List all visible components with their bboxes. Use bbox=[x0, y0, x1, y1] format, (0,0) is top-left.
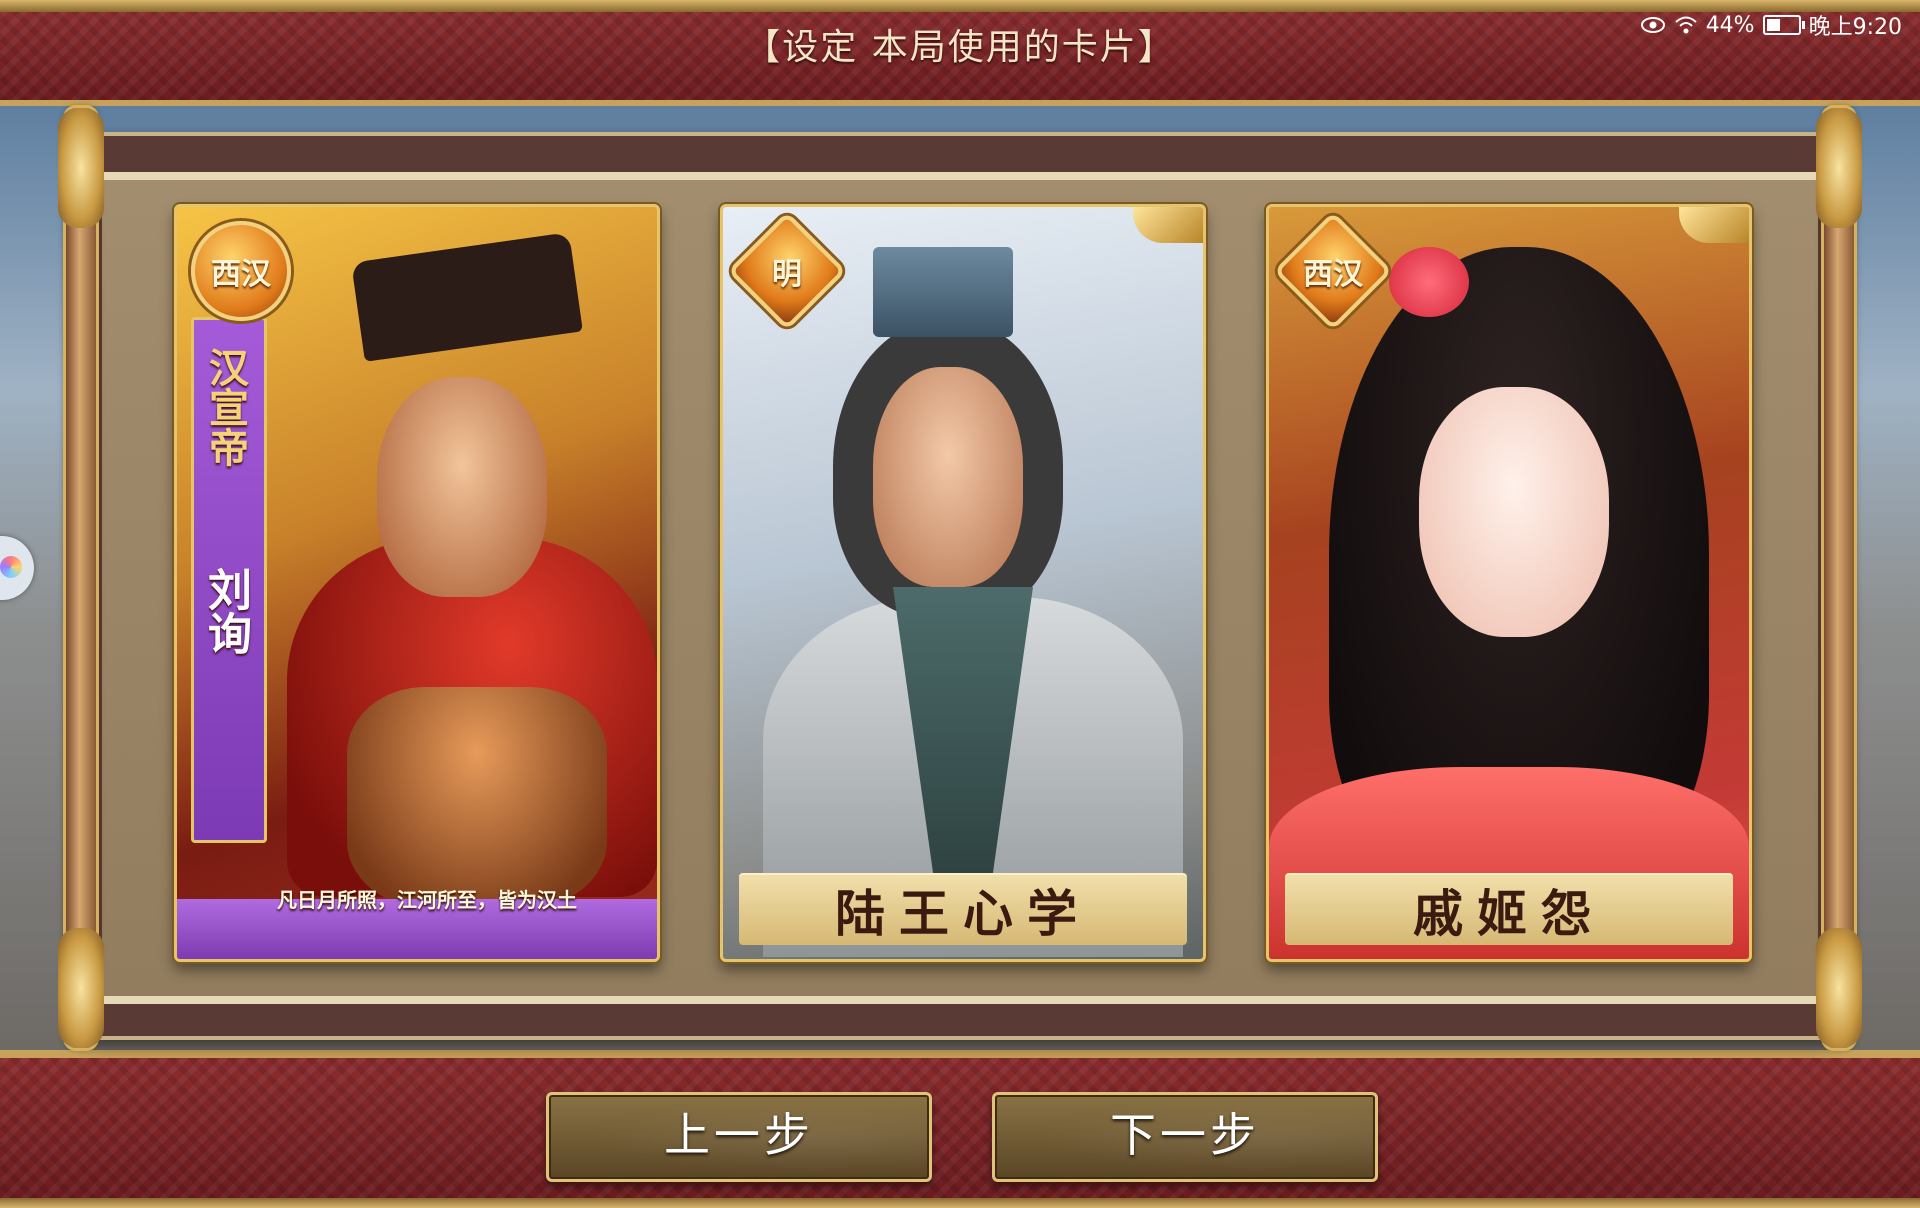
battery-percent: 44% bbox=[1705, 12, 1755, 38]
character-title: 汉宣帝 bbox=[202, 347, 249, 467]
battery-icon bbox=[1762, 15, 1805, 35]
rod-cap-bottom-right bbox=[1816, 928, 1862, 1048]
rod-cap-bottom-left bbox=[58, 928, 104, 1048]
figure-face bbox=[873, 367, 1023, 587]
dynasty-badge: 西汉 bbox=[191, 221, 291, 321]
scroll-rod-right bbox=[1816, 108, 1862, 1048]
character-crown bbox=[351, 232, 583, 362]
hair-flower bbox=[1389, 247, 1469, 317]
assistant-icon bbox=[0, 556, 22, 578]
card-character[interactable]: 汉宣帝 刘询 凡日月所照，江河所至，皆为汉土 西汉 bbox=[174, 204, 660, 962]
scroll-rod-left bbox=[58, 108, 104, 1048]
next-step-button[interactable]: 下一步 bbox=[992, 1092, 1378, 1182]
rod-cap-top-left bbox=[58, 108, 104, 228]
page-title: 【设定 本局使用的卡片】 bbox=[744, 27, 1176, 68]
character-face bbox=[377, 377, 547, 597]
character-name: 刘询 bbox=[200, 567, 251, 655]
card-title: 戚姬怨 bbox=[1285, 873, 1733, 945]
card-event[interactable]: 西汉 戚姬怨 bbox=[1266, 204, 1752, 962]
card-title: 陆王心学 bbox=[739, 873, 1187, 945]
card-philosophy[interactable]: 明 陆王心学 bbox=[720, 204, 1206, 962]
status-bar: 44% 晚上9:20 bbox=[1640, 10, 1902, 40]
status-time: 晚上9:20 bbox=[1808, 15, 1902, 40]
card-motto: 凡日月所照，江河所至，皆为汉土 bbox=[277, 888, 577, 912]
rod-cap-top-right bbox=[1816, 108, 1862, 228]
character-armor bbox=[347, 687, 607, 907]
prev-step-button[interactable]: 上一步 bbox=[546, 1092, 932, 1182]
figure-face bbox=[1419, 387, 1609, 637]
battery-fill bbox=[1766, 19, 1780, 31]
bottom-banner bbox=[0, 1050, 1920, 1208]
eye-icon bbox=[1640, 17, 1665, 33]
wifi-icon bbox=[1675, 16, 1697, 34]
figure-hat bbox=[873, 247, 1013, 337]
